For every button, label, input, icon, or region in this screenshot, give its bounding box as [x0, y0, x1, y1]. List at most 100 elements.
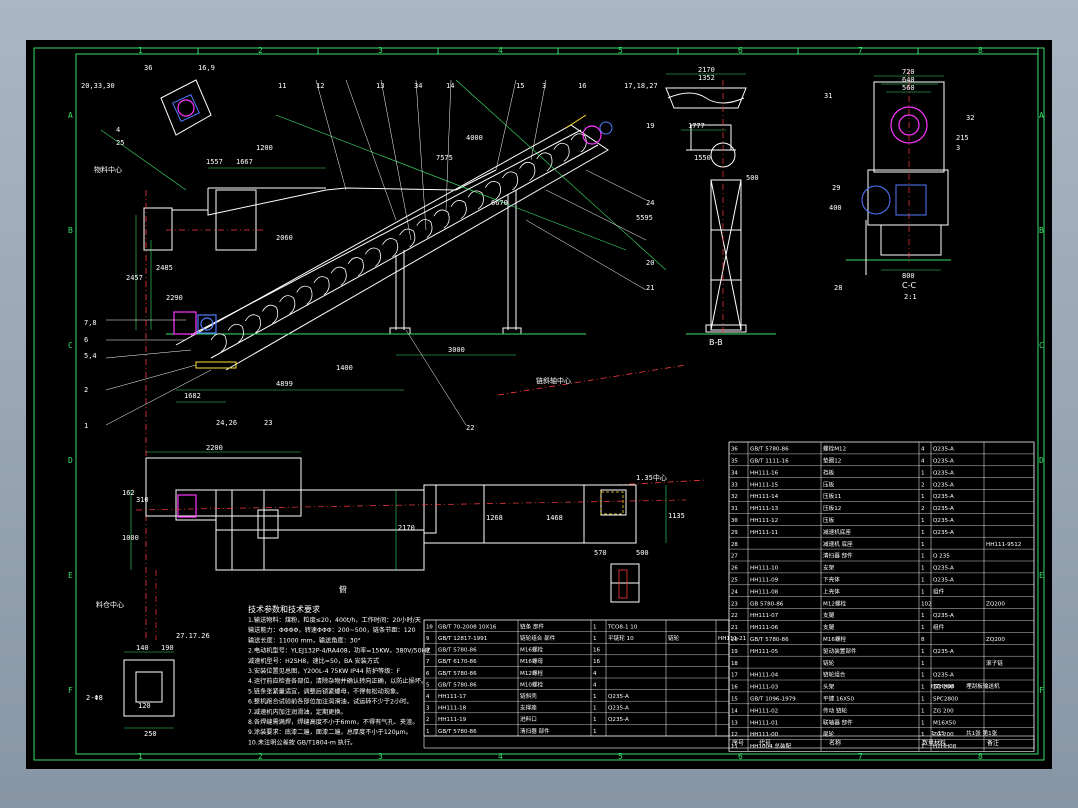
grid-col-bottom-4: 4 — [498, 752, 503, 761]
parts-row: 5 GB/T 5780-86 M10螺栓 4 — [426, 680, 597, 688]
parts-cell: GB/T 5780-86 — [750, 637, 789, 643]
parts-row: 20 GB/T 5780-86 M16螺栓 8 ZQ200 — [731, 635, 1005, 643]
note-line: 4.运行前应检查各部位，清除杂物并确认转向正确，以防止损坏。 — [248, 677, 427, 685]
bb-dimension-label: 500 — [746, 174, 759, 182]
cc-callout: 31 — [824, 92, 832, 100]
parts-cell: 链斜壳 — [520, 692, 537, 700]
parts-cell: 1 — [426, 729, 429, 735]
notes-title: 技术参数和技术要求 — [248, 604, 320, 614]
bb-dimension-label: 1777 — [688, 122, 705, 130]
grid-row-left-E: E — [68, 571, 73, 580]
dimension-label: 6670 — [491, 199, 508, 207]
part-callout: 36 — [144, 64, 152, 72]
parts-cell: 4 — [593, 682, 597, 688]
part-callout: 16,9 — [198, 64, 215, 72]
top-view-label: 俯 — [339, 584, 347, 594]
parts-row: 27 清扫器 部件 1 Q 235 — [731, 552, 950, 560]
part-callout: 15 — [516, 82, 524, 90]
parts-cell: HH111-08 — [750, 589, 779, 595]
parts-cell: GB/T 1111-16 — [750, 459, 789, 465]
table-header: 备注 — [987, 739, 999, 747]
parts-cell: HH111-14 — [750, 494, 779, 500]
parts-cell: SPC2800 — [933, 697, 959, 703]
parts-cell: 1 — [921, 518, 925, 524]
parts-cell: 27 — [731, 554, 738, 560]
part-callout: 3 — [542, 82, 546, 90]
drawing-name: 埋刮板输送机 — [966, 682, 1000, 690]
parts-cell: 13 — [731, 720, 738, 726]
dimension-label: 2060 — [276, 234, 293, 242]
parts-cell: 链轮 — [668, 634, 680, 642]
parts-cell: HH111-16 — [750, 470, 779, 476]
parts-row: 3 HH111-18 支撑座 1 Q235-A — [426, 704, 629, 712]
parts-cell: 下壳体 — [823, 576, 840, 584]
parts-row: 2 HH111-19 进料口 1 Q235-A — [426, 715, 629, 723]
parts-cell: 1 — [921, 732, 925, 738]
parts-cell: Q235-A — [608, 717, 629, 723]
cc-callout: 3 — [956, 144, 960, 152]
grid-row-left-B: B — [68, 226, 73, 235]
parts-cell: 1 — [921, 470, 925, 476]
parts-cell: M12螺栓 — [520, 669, 544, 677]
note-line: 10.未注明公差按 GB/T1804-m 执行。 — [248, 738, 356, 746]
parts-cell: 6 — [426, 671, 429, 677]
cc-callout: 800 — [902, 272, 915, 280]
parts-cell: 挡板 — [823, 468, 835, 476]
part-callout: 24 — [646, 199, 654, 207]
cc-section-view: C-C 2:1 31 720640560 32 29 28 3 215 800 400 — [824, 68, 974, 301]
grid-row-right-C: C — [1039, 341, 1044, 350]
parts-row: 31 HH111-13 压板12 2 Q235-A — [731, 504, 954, 512]
parts-cell: 减速机底座 — [823, 528, 851, 536]
part-callout: 4 — [116, 126, 120, 134]
parts-cell: HH111-13 — [750, 506, 779, 512]
grid-col-top-5: 5 — [618, 46, 623, 55]
parts-cell: HH111-15 — [750, 482, 779, 488]
parts-cell: 1 — [593, 624, 597, 630]
parts-cell: 1 — [921, 673, 925, 679]
detail-dimension-label: 190 — [161, 644, 174, 652]
top-dimension-label: 570 — [594, 549, 607, 557]
table-header: 材料 — [934, 739, 946, 747]
feed-center-label: 料仓中心 — [96, 600, 124, 609]
top-dimension-label: 1000 — [122, 534, 139, 542]
parts-cell: HH111-01 — [750, 720, 779, 726]
dimension-label: 4899 — [276, 380, 293, 388]
parts-cell: 26 — [731, 566, 738, 572]
parts-cell: HH111-12 — [750, 518, 778, 524]
parts-cell: HH111-07 — [750, 613, 779, 619]
grid-col-bottom-7: 7 — [858, 752, 863, 761]
parts-row: 15 GB/T 1096-1979 平键 16X50 1 SPC2800 — [731, 695, 959, 703]
detail-dimension-label: 120 — [138, 702, 151, 710]
parts-cell: 传动 链轮 — [823, 706, 848, 714]
part-callout: 14 — [446, 82, 454, 90]
dimension-label: 5595 — [636, 214, 653, 222]
grid-row-left-A: A — [68, 111, 73, 120]
parts-cell: Q235-A — [933, 518, 954, 524]
detail-dimension-label: 2-Φ8 — [86, 694, 103, 702]
parts-cell: 减速机 底座 — [823, 540, 853, 548]
parts-cell: GB/T 70-2008 10X16 — [438, 624, 497, 630]
parts-cell: 17 — [731, 673, 738, 679]
table-header: 名称 — [829, 739, 841, 747]
parts-cell: 4 — [593, 671, 597, 677]
parts-row: 18 链轮 1 滚子链 — [731, 659, 1003, 667]
note-line: 3.安装位置见总图，Y200L-4 75KW IP44 防护等级：F — [248, 667, 401, 675]
parts-cell: 24 — [731, 589, 738, 595]
part-callout: 34 — [414, 82, 422, 90]
parts-cell: 滚子链 — [986, 659, 1003, 667]
parts-cell: 联轴器 部件 — [823, 718, 853, 726]
parts-cell: HH111-09 — [750, 578, 779, 584]
parts-cell: 16 — [731, 685, 738, 691]
grid-col-bottom-2: 2 — [258, 752, 263, 761]
parts-row: 30 HH111-12 压板 1 Q235-A — [731, 516, 954, 524]
cc-callout: 215 — [956, 134, 969, 142]
parts-cell: 3 — [426, 706, 429, 712]
parts-cell: HH111-19 — [438, 717, 467, 723]
parts-cell: Q235-A — [608, 694, 629, 700]
grid-row-right-A: A — [1039, 111, 1044, 120]
parts-cell: M16X50 — [933, 720, 956, 726]
grid-row-right-B: B — [1039, 226, 1044, 235]
part-callout: 2 — [84, 386, 88, 394]
parts-cell: 头架 — [823, 683, 835, 691]
note-line: 8.各焊缝需满焊，焊缝高度不小于6mm，不得有气孔、夹渣。 — [248, 718, 418, 726]
